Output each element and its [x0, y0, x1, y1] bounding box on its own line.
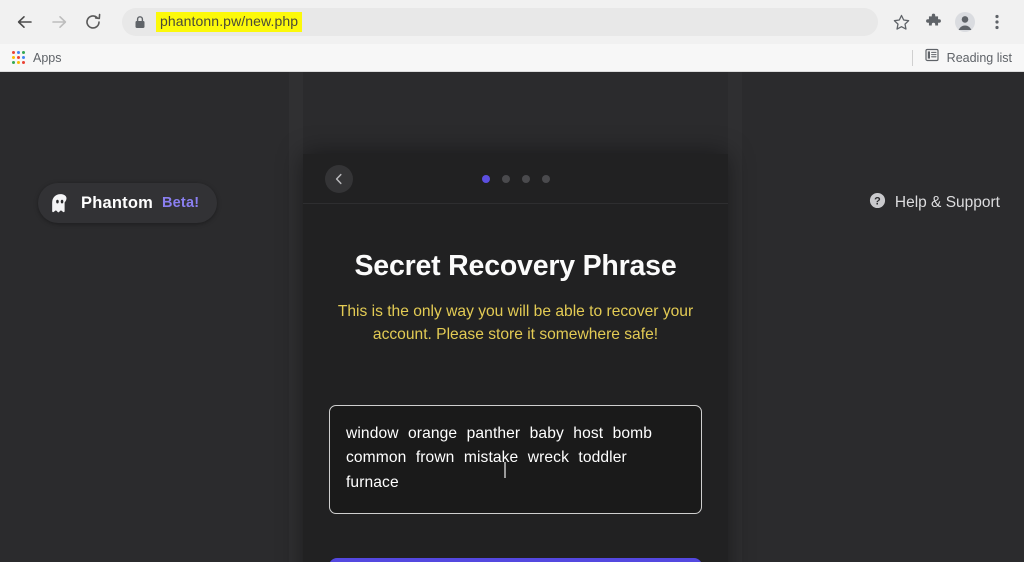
- page-title: Secret Recovery Phrase: [354, 250, 677, 282]
- bookmarks-bar: Apps Reading list: [0, 44, 1024, 72]
- puzzle-piece-icon[interactable]: [918, 7, 948, 37]
- three-dot-menu-icon[interactable]: [982, 7, 1012, 37]
- url-text[interactable]: phantonn.pw/new.php: [156, 12, 303, 32]
- pagination-dot-1[interactable]: [481, 174, 490, 183]
- apps-label: Apps: [33, 50, 62, 65]
- seed-phrase-words: window orange panther baby host bomb com…: [346, 425, 653, 491]
- arrow-right-icon: [52, 16, 67, 28]
- reading-list-shortcut[interactable]: Reading list: [911, 48, 1012, 67]
- browser-toolbar: phantonn.pw/new.php: [0, 0, 1024, 44]
- pagination-dots: [481, 174, 550, 183]
- address-bar[interactable]: phantonn.pw/new.php: [122, 8, 878, 36]
- reading-list-label: Reading list: [946, 50, 1012, 65]
- apps-grid-icon: [12, 51, 25, 64]
- modal-back-button[interactable]: [325, 165, 353, 193]
- svg-text:?: ?: [874, 195, 881, 207]
- phantom-logo[interactable]: Phantom Beta!: [38, 183, 218, 223]
- question-circle-icon: ?: [869, 192, 886, 214]
- text-cursor: [504, 462, 506, 479]
- page-right-zone: [742, 72, 1024, 562]
- apps-shortcut[interactable]: Apps: [12, 51, 62, 65]
- forward-button[interactable]: [44, 7, 74, 37]
- help-support-link[interactable]: ? Help & Support: [869, 192, 1000, 214]
- phantom-logo-name: Phantom: [81, 193, 153, 212]
- reading-list-icon: [925, 48, 939, 67]
- star-icon[interactable]: [886, 7, 916, 37]
- phantom-ghost-icon: [48, 191, 72, 215]
- reload-icon: [86, 13, 101, 29]
- arrow-left-icon: [17, 16, 32, 28]
- phantom-logo-beta: Beta!: [161, 195, 200, 211]
- pagination-dot-4[interactable]: [541, 174, 550, 183]
- pagination-dot-2[interactable]: [501, 174, 510, 183]
- page-right-seam: [728, 72, 742, 562]
- page-left-seam: [289, 72, 303, 562]
- toolbar-right-icons: [886, 7, 1014, 37]
- browser-chrome: phantonn.pw/new.php Apps Reading list: [0, 0, 1024, 72]
- profile-avatar-icon[interactable]: [950, 7, 980, 37]
- modal-header: [303, 154, 728, 204]
- warning-text: This is the only way you will be able to…: [337, 303, 694, 343]
- chevron-left-icon: [335, 173, 342, 185]
- pagination-dot-3[interactable]: [521, 174, 530, 183]
- reload-button[interactable]: [78, 7, 108, 37]
- ok-saved-button[interactable]: OK, I saved it somewhere: [329, 557, 702, 562]
- lock-icon[interactable]: [134, 15, 146, 29]
- page-content: Phantom Beta! ? Help & Support Secret Re…: [0, 72, 1024, 562]
- onboarding-modal: Secret Recovery Phrase This is the only …: [303, 154, 728, 562]
- bookmarks-separator: [911, 49, 913, 66]
- seed-phrase-box[interactable]: window orange panther baby host bomb com…: [329, 405, 702, 514]
- back-button[interactable]: [10, 7, 40, 37]
- help-support-label: Help & Support: [894, 194, 1000, 211]
